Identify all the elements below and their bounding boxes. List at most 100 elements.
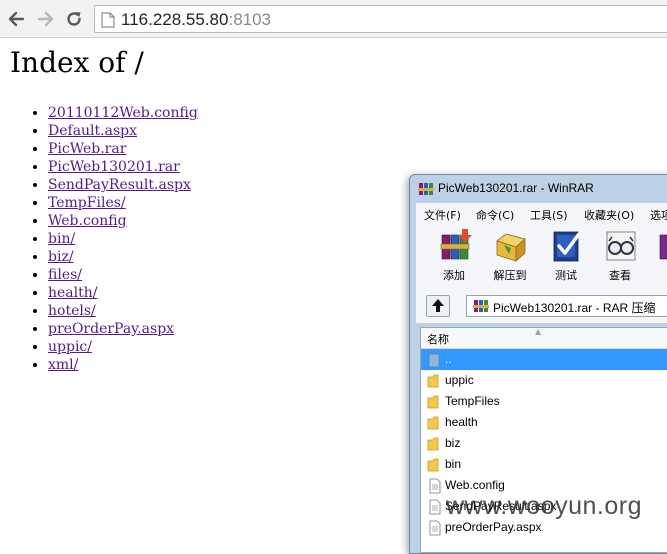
file-name: TempFiles: [445, 394, 500, 408]
tool-label: 解压到: [493, 269, 527, 282]
menu-commands[interactable]: 命令(C): [476, 207, 514, 223]
file-name: bin: [445, 457, 462, 471]
folder-icon: [427, 395, 439, 409]
parent-folder-icon: [428, 353, 440, 368]
file-link[interactable]: 20110112Web.config: [48, 105, 198, 121]
folder-link[interactable]: health/: [48, 285, 98, 301]
tool-label: 查看: [609, 269, 631, 282]
menu-options[interactable]: 选项: [650, 207, 667, 223]
file-name: preOrderPay.aspx: [445, 520, 542, 534]
column-header[interactable]: 名称 ▲: [421, 327, 667, 349]
list-item: PicWeb.rar: [48, 140, 198, 158]
file-link[interactable]: PicWeb.rar: [48, 141, 126, 157]
tool-label: 测试: [555, 269, 577, 282]
back-arrow-icon: [8, 11, 25, 27]
tool-label: 添加: [443, 269, 465, 282]
page-title: Index of /: [10, 46, 144, 79]
archive-path-box[interactable]: PicWeb130201.rar - RAR 压缩: [466, 295, 667, 317]
table-row[interactable]: uppic: [421, 370, 667, 391]
up-arrow-icon: [432, 299, 444, 312]
address-panel: PicWeb130201.rar - RAR 压缩: [416, 289, 667, 324]
browser-toolbar: 116.228.55.80:8103: [0, 0, 667, 38]
table-row[interactable]: ..: [421, 349, 667, 370]
forward-arrow-icon: [37, 11, 54, 27]
file-link[interactable]: preOrderPay.aspx: [48, 321, 174, 337]
folder-link[interactable]: files/: [48, 267, 82, 283]
test-button[interactable]: 测试: [544, 229, 588, 287]
list-item: Web.config: [48, 212, 198, 230]
address-bar[interactable]: 116.228.55.80:8103: [94, 5, 667, 33]
delete-button[interactable]: 删: [652, 229, 667, 287]
file-link[interactable]: PicWeb130201.rar: [48, 159, 180, 175]
list-item: xml/: [48, 356, 198, 374]
toolbar: 添加 解压到 测试 查看: [416, 225, 667, 290]
list-item: preOrderPay.aspx: [48, 320, 198, 338]
view-button[interactable]: 查看: [598, 229, 642, 287]
file-link[interactable]: Default.aspx: [48, 123, 137, 139]
list-item: hotels/: [48, 302, 198, 320]
list-item: PicWeb130201.rar: [48, 158, 198, 176]
file-icon: [429, 520, 441, 536]
list-item: TempFiles/: [48, 194, 198, 212]
url-text: 116.228.55.80:8103: [121, 10, 272, 29]
extract-folder-icon: [496, 233, 526, 262]
window-title: PicWeb130201.rar - WinRAR: [438, 181, 594, 195]
list-item: bin/: [48, 230, 198, 248]
tool-label: 删: [652, 267, 667, 283]
list-item: uppic/: [48, 338, 198, 356]
reload-button[interactable]: [64, 8, 84, 30]
watermark: www.wooyun.org: [446, 492, 642, 520]
list-item: files/: [48, 266, 198, 284]
window-titlebar[interactable]: PicWeb130201.rar - WinRAR: [410, 175, 667, 203]
menu-bar: 文件(F) 命令(C) 工具(S) 收藏夹(O) 选项: [416, 203, 667, 226]
folder-link[interactable]: biz/: [48, 249, 74, 265]
list-item: health/: [48, 284, 198, 302]
test-checkmark-icon: [553, 231, 581, 262]
folder-link[interactable]: TempFiles/: [48, 195, 126, 211]
view-glasses-icon: [606, 231, 636, 261]
folder-icon: [427, 437, 439, 451]
file-link[interactable]: Web.config: [48, 213, 127, 229]
back-button[interactable]: [6, 8, 26, 30]
page-icon: [101, 12, 115, 28]
table-row[interactable]: biz: [421, 433, 667, 454]
list-item: SendPayResult.aspx: [48, 176, 198, 194]
menu-file[interactable]: 文件(F): [424, 207, 461, 223]
menu-favorites[interactable]: 收藏夹(O): [584, 207, 634, 223]
column-name-label: 名称: [427, 333, 449, 346]
file-link[interactable]: SendPayResult.aspx: [48, 177, 191, 193]
file-icon: [429, 478, 441, 494]
folder-link[interactable]: xml/: [48, 357, 78, 373]
folder-icon: [427, 374, 439, 388]
table-row[interactable]: TempFiles: [421, 391, 667, 412]
extract-button[interactable]: 解压到: [488, 229, 532, 287]
menu-tools[interactable]: 工具(S): [530, 207, 568, 223]
file-name: Web.config: [445, 478, 505, 492]
reload-icon: [67, 12, 81, 26]
list-item: biz/: [48, 248, 198, 266]
table-row[interactable]: bin: [421, 454, 667, 475]
rar-archive-icon: [440, 229, 472, 260]
file-icon: [429, 499, 441, 515]
delete-books-icon: [659, 234, 667, 260]
file-name: uppic: [445, 373, 474, 387]
folder-link[interactable]: bin/: [48, 231, 75, 247]
list-item: 20110112Web.config: [48, 104, 198, 122]
table-row[interactable]: health: [421, 412, 667, 433]
folder-icon: [427, 416, 439, 430]
forward-button[interactable]: [36, 8, 56, 30]
archive-path-text: PicWeb130201.rar - RAR 压缩: [493, 301, 656, 315]
folder-icon: [427, 458, 439, 472]
folder-link[interactable]: hotels/: [48, 303, 96, 319]
file-name: health: [445, 415, 478, 429]
up-one-level-button[interactable]: [426, 295, 450, 317]
add-button[interactable]: 添加: [432, 229, 476, 287]
file-list: 20110112Web.config Default.aspx PicWeb.r…: [0, 104, 198, 374]
file-name: biz: [445, 436, 461, 450]
winrar-app-icon: [418, 183, 434, 195]
sort-arrow-icon: ▲: [535, 327, 542, 336]
rar-file-icon: [473, 300, 489, 312]
file-name: ..: [445, 352, 452, 366]
list-item: Default.aspx: [48, 122, 198, 140]
folder-link[interactable]: uppic/: [48, 339, 92, 355]
